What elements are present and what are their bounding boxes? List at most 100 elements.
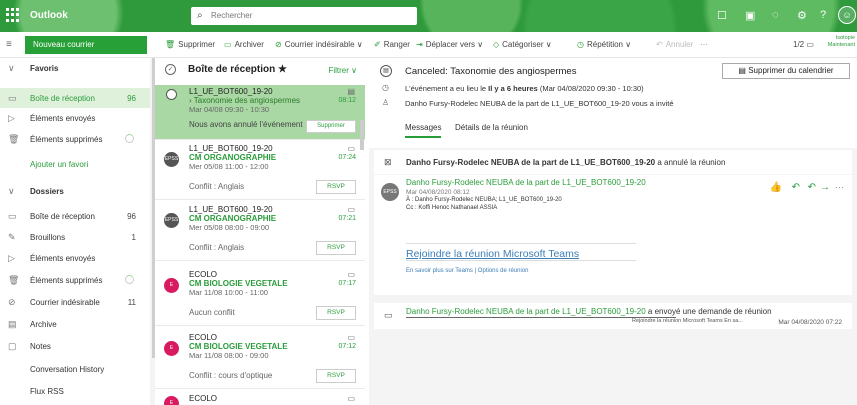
message-subject: › Taxonomie des angiospermes — [189, 96, 301, 105]
delete-button[interactable]: 🗑 Supprimer — [165, 40, 215, 49]
folder-deleted[interactable]: 🗑 Éléments supprimés — [0, 270, 150, 290]
folder-pane: ∨ Favoris ▭ Boîte de réception 96 ▷ Éléments… — [0, 58, 150, 405]
message-item[interactable]: E ECOLO ▭ — [155, 392, 365, 405]
fav-deleted[interactable]: 🗑 Éléments supprimés — [0, 129, 150, 149]
chevron-down-icon: ∨ — [8, 63, 15, 73]
app-launcher-icon[interactable] — [6, 8, 20, 22]
folder-junk[interactable]: ⊘ Courrier indésirable 11 — [0, 292, 150, 312]
select-radio[interactable] — [166, 89, 177, 100]
folder-rss[interactable]: Flux RSS — [0, 381, 150, 401]
rsvp-button[interactable]: RSVP — [316, 306, 356, 320]
rsvp-button[interactable]: RSVP — [316, 369, 356, 383]
remove-from-calendar-button[interactable]: ▤ Supprimer du calendrier — [722, 63, 850, 79]
message-item[interactable]: E ECOLO ▭ CM BIOLOGIE VEGETALE 07:17 Mar… — [155, 268, 365, 326]
message-time: 07:12 — [338, 343, 356, 350]
message-subject: CM BIOLOGIE VEGETALE — [189, 342, 288, 351]
folder-sent[interactable]: ▷ Éléments envoyés — [0, 248, 150, 268]
rsvp-button[interactable]: RSVP — [316, 180, 356, 194]
message-note: Nous avons annulé l'événement — [189, 120, 303, 129]
message-item[interactable]: EPSS L1_UE_BOT600_19-20 ▭ CM ORGANOGRAPH… — [155, 142, 365, 200]
delete-event-button[interactable]: Supprimer — [306, 120, 356, 133]
message-item[interactable]: L1_UE_BOT600_19-20 ▤ › Taxonomie des ang… — [155, 85, 365, 140]
fav-inbox[interactable]: ▭ Boîte de réception 96 — [0, 88, 150, 108]
archive-button[interactable]: ▭ Archiver — [224, 40, 264, 49]
categorize-button[interactable]: ◇ Catégoriser ∨ — [493, 40, 552, 49]
clock-icon: ◷ — [577, 40, 584, 49]
avatar: E — [164, 396, 179, 405]
select-all-checkbox[interactable]: ✓ — [165, 64, 176, 75]
filter-button[interactable]: Filtrer ∨ — [328, 66, 357, 75]
sweep-icon: ✐ — [374, 40, 381, 49]
message-sender[interactable]: Danho Fursy-Rodelec NEUBA de la part de … — [406, 178, 646, 187]
sweep-button[interactable]: ✐ Ranger — [374, 40, 410, 49]
message-when: Mar 04/08 09:30 - 10:30 — [189, 105, 270, 114]
like-icon[interactable]: 👍 — [770, 182, 782, 193]
message-sender: L1_UE_BOT600_19-20 — [189, 87, 273, 96]
teams-options-link[interactable]: En savoir plus sur Teams | Options de ré… — [406, 268, 529, 274]
folder-archive[interactable]: ▤ Archive — [0, 314, 150, 334]
block-icon: ⊘ — [8, 297, 16, 307]
message-when: Mer 05/08 08:00 - 09:00 — [189, 223, 270, 232]
message-item[interactable]: E ECOLO ▭ CM BIOLOGIE VEGETALE 07:12 Mar… — [155, 331, 365, 389]
search-placeholder: Rechercher — [211, 11, 253, 20]
message-note: Conflit : cours d'optique — [189, 371, 273, 380]
invite-date: Mar 04/08/2020 07:22 — [778, 319, 842, 326]
trash-icon: 🗑 — [8, 275, 20, 285]
calendar-cancel-icon: ⊠ — [384, 157, 392, 167]
rsvp-button[interactable]: RSVP — [316, 241, 356, 255]
divider — [406, 243, 636, 244]
more-icon[interactable]: ··· — [835, 182, 844, 192]
invite-item[interactable]: ▭ Danho Fursy-Rodelec NEUBA de la part d… — [374, 303, 852, 329]
move-button[interactable]: ⇥ Déplacer vers ∨ — [416, 40, 483, 49]
message-to: À : Danho Fursy-Rodelec NEUBA; L1_UE_BOT… — [406, 197, 562, 203]
skype-icon[interactable]: ☐ — [717, 9, 727, 22]
tab-meeting-details[interactable]: Détails de la réunion — [455, 123, 528, 132]
reply-all-icon[interactable]: ↶ — [808, 182, 816, 193]
avatar: EPSS — [164, 152, 179, 167]
add-favorite-link[interactable]: Ajouter un favori — [0, 154, 150, 174]
favorites-header[interactable]: ∨ Favoris — [0, 58, 150, 78]
settings-icon[interactable]: ⚙ — [797, 9, 807, 22]
join-teams-link[interactable]: Rejoindre la réunion Microsoft Teams — [406, 248, 579, 260]
fav-sent[interactable]: ▷ Éléments envoyés — [0, 108, 150, 128]
message-list: ✓ Boîte de réception ★ Filtrer ∨ L1_UE_B… — [155, 58, 365, 405]
message-list-header: ✓ Boîte de réception ★ Filtrer ∨ — [155, 58, 365, 83]
message-note: Conflit : Anglais — [189, 243, 245, 252]
message-sender: ECOLO — [189, 394, 218, 403]
pager[interactable]: 1/2 ▭ — [793, 40, 814, 49]
message-cc: Cc : Koffi Henoc Nathanael ASSIA — [406, 205, 498, 211]
search-input[interactable]: ⌕ Rechercher — [191, 7, 417, 25]
teams-icon[interactable]: ▣ — [745, 9, 755, 22]
tab-messages[interactable]: Messages — [405, 123, 442, 138]
new-mail-button[interactable]: Nouveau courrier — [25, 36, 147, 54]
message-item[interactable]: EPSS L1_UE_BOT600_19-20 ▭ CM ORGANOGRAPH… — [155, 203, 365, 261]
menu-icon[interactable]: ≡ — [6, 39, 12, 50]
message-subject: CM ORGANOGRAPHIE — [189, 214, 277, 223]
forward-icon[interactable]: → — [820, 182, 830, 193]
more-button[interactable]: ··· — [700, 40, 708, 49]
event-organizer: Danho Fursy-Rodelec NEUBA de la part de … — [405, 99, 674, 108]
reminder-note[interactable]: Isotopie Maintenant — [821, 35, 855, 49]
notifications-icon[interactable]: ◌ — [772, 9, 779, 21]
avatar: EPSS — [381, 183, 399, 201]
undo-button[interactable]: ↶ Annuler — [656, 40, 693, 49]
message-time: 07:17 — [338, 280, 356, 287]
invite-sender-link[interactable]: Danho Fursy-Rodelec NEUBA de la part de … — [406, 307, 646, 316]
folder-drafts[interactable]: ✎ Brouillons 1 — [0, 227, 150, 247]
folder-inbox[interactable]: ▭ Boîte de réception 96 — [0, 206, 150, 226]
repeat-button[interactable]: ◷ Répétition ∨ — [577, 40, 631, 49]
app-title[interactable]: Outlook — [30, 10, 68, 21]
calendar-icon: ▭ — [347, 205, 355, 214]
folder-notes[interactable]: ▢ Notes — [0, 336, 150, 356]
user-avatar[interactable]: ☺ — [838, 6, 856, 24]
reply-icon[interactable]: ↶ — [792, 182, 800, 193]
block-icon: ⊘ — [275, 40, 282, 49]
event-when: L'événement a eu lieu le Il y a 6 heures… — [405, 84, 644, 93]
help-icon[interactable]: ? — [820, 9, 826, 21]
inbox-icon: ▭ — [8, 211, 17, 221]
list-scrollbar[interactable] — [360, 120, 364, 150]
folders-header[interactable]: ∨ Dossiers — [0, 181, 150, 201]
folder-conversation-history[interactable]: Conversation History — [0, 359, 150, 379]
message-when: Mer 05/08 11:00 - 12:00 — [189, 162, 269, 171]
junk-button[interactable]: ⊘ Courrier indésirable ∨ — [275, 40, 363, 49]
